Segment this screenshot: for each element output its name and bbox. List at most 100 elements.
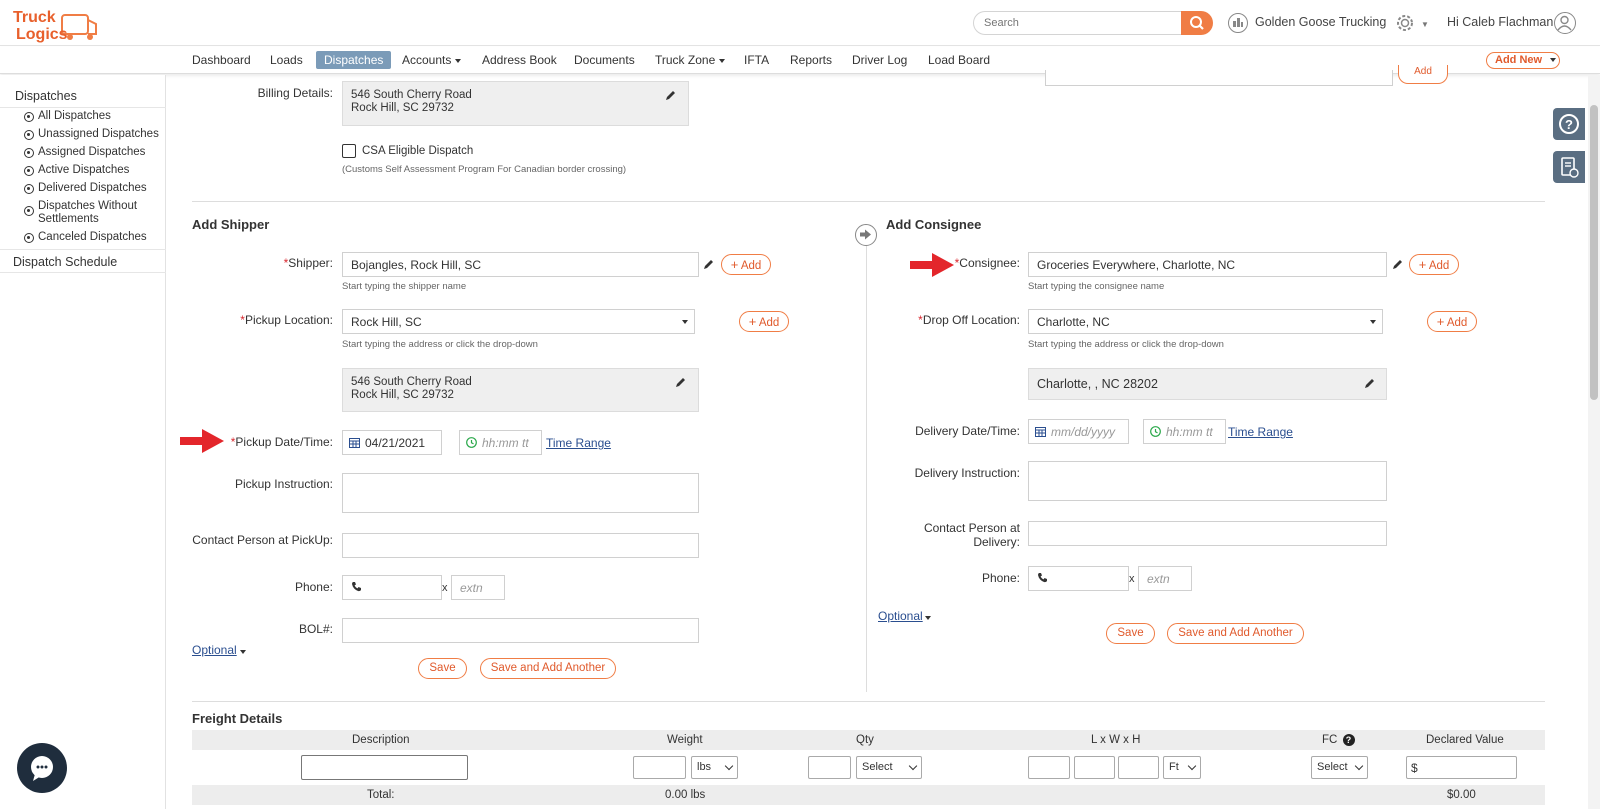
freight-weight-input[interactable] <box>633 756 686 779</box>
nav-driver-log[interactable]: Driver Log <box>852 53 907 67</box>
contact-pickup-input[interactable] <box>342 533 699 558</box>
pickup-phone-input[interactable] <box>342 575 442 600</box>
pickup-time-range-link[interactable]: Time Range <box>546 436 611 450</box>
add-consignee-button[interactable]: + Add <box>1409 254 1459 275</box>
freight-description-input[interactable] <box>301 755 468 780</box>
truck-logics-logo[interactable]: Truck Logics <box>12 4 100 44</box>
caret-down-icon <box>1550 58 1557 63</box>
dimension-unit-select[interactable]: Ft <box>1163 756 1201 779</box>
company-name[interactable]: Golden Goose Trucking <box>1255 15 1386 29</box>
delivery-date-input[interactable]: mm/dd/yyyy <box>1028 419 1129 444</box>
circle-dot-icon <box>24 148 34 158</box>
consignee-optional-toggle[interactable]: Optional <box>878 609 923 623</box>
help-icon[interactable]: ? <box>1342 734 1355 746</box>
add-new-button[interactable]: Add New <box>1486 52 1560 69</box>
csa-checkbox[interactable] <box>342 144 356 158</box>
pencil-icon[interactable] <box>1392 258 1404 270</box>
add-dropoff-location-button[interactable]: + Add <box>1427 311 1477 332</box>
delivery-phone-input[interactable] <box>1028 566 1129 591</box>
clock-icon <box>466 437 477 448</box>
consignee-save-add-another-button[interactable]: Save and Add Another <box>1167 623 1304 644</box>
shipper-save-add-another-button[interactable]: Save and Add Another <box>480 658 616 679</box>
declared-value-input[interactable]: $ <box>1406 756 1517 779</box>
chat-button[interactable] <box>17 743 67 793</box>
nav-reports[interactable]: Reports <box>790 53 832 67</box>
fc-select[interactable]: Select <box>1311 756 1368 779</box>
pickup-address: 546 South Cherry Road Rock Hill, SC 2973… <box>342 368 699 412</box>
circle-dot-icon <box>24 130 34 140</box>
scrollbar-thumb[interactable] <box>1590 105 1598 400</box>
company-icon[interactable] <box>1228 13 1248 33</box>
extension-x: x <box>1129 573 1135 585</box>
delivery-extn-input[interactable]: extn <box>1138 566 1192 591</box>
freight-width-input[interactable] <box>1074 756 1115 779</box>
shipper-save-button[interactable]: Save <box>418 658 467 679</box>
freight-length-input[interactable] <box>1028 756 1070 779</box>
nav-dispatches[interactable]: Dispatches <box>316 51 392 69</box>
caret-down-icon[interactable] <box>240 650 246 654</box>
col-description: Description <box>352 734 410 746</box>
add-pickup-location-button[interactable]: + Add <box>739 311 789 332</box>
search-box <box>973 11 1213 35</box>
freight-height-input[interactable] <box>1118 756 1159 779</box>
sidebar-title[interactable]: Dispatches <box>15 89 77 103</box>
chevron-down-icon[interactable]: ▼ <box>1421 20 1429 29</box>
notes-button[interactable] <box>1553 151 1585 183</box>
search-input[interactable] <box>973 11 1181 35</box>
sidebar-item-schedule[interactable]: Dispatch Schedule <box>13 255 117 269</box>
contact-pickup-label: Contact Person at PickUp: <box>192 533 333 547</box>
help-button[interactable]: ? <box>1553 108 1585 140</box>
pickup-date-input[interactable]: 04/21/2021 <box>342 430 442 455</box>
user-greeting[interactable]: Hi Caleb Flachman <box>1447 15 1553 29</box>
search-button[interactable] <box>1181 11 1213 35</box>
pickup-instruction-textarea[interactable] <box>342 473 699 513</box>
freight-qty-input[interactable] <box>808 756 851 779</box>
nav-accounts[interactable]: Accounts <box>402 53 462 67</box>
bol-input[interactable] <box>342 618 699 643</box>
nav-truck-zone[interactable]: Truck Zone <box>655 53 726 67</box>
dropoff-location-label: *Drop Off Location: <box>918 313 1020 327</box>
divider <box>866 228 867 692</box>
chat-bubble-icon <box>31 756 53 781</box>
freight-total-row <box>192 785 1545 805</box>
nav-documents[interactable]: Documents <box>574 53 635 67</box>
phone-icon <box>1038 573 1047 583</box>
pencil-icon[interactable] <box>665 89 677 101</box>
delivery-instruction-textarea[interactable] <box>1028 461 1387 501</box>
pickup-time-input[interactable]: hh:mm tt <box>459 430 542 455</box>
csa-label[interactable]: CSA Eligible Dispatch <box>362 145 473 157</box>
pickup-extn-input[interactable]: extn <box>451 575 505 600</box>
pickup-location-select[interactable]: Rock Hill, SC <box>342 309 695 334</box>
delivery-time-range-link[interactable]: Time Range <box>1228 425 1293 439</box>
shipper-input[interactable]: Bojangles, Rock Hill, SC <box>342 252 699 277</box>
nav-dashboard[interactable]: Dashboard <box>192 53 251 67</box>
top-right-field[interactable] <box>1045 70 1393 86</box>
add-shipper-button[interactable]: + Add <box>721 254 771 275</box>
contact-delivery-input[interactable] <box>1028 521 1387 546</box>
nav-address-book[interactable]: Address Book <box>482 53 557 67</box>
pencil-icon[interactable] <box>675 376 687 388</box>
right-toolbar: ? <box>1553 108 1589 186</box>
add-button[interactable]: Add <box>1398 65 1448 84</box>
scrollbar[interactable] <box>1588 75 1600 809</box>
search-icon <box>1190 16 1204 30</box>
nav-ifta[interactable]: IFTA <box>744 53 769 67</box>
circle-dot-icon <box>24 166 34 176</box>
pencil-icon[interactable] <box>703 258 715 270</box>
weight-unit-select[interactable]: lbs <box>691 756 738 779</box>
dropoff-location-select[interactable]: Charlotte, NC <box>1028 309 1383 334</box>
red-arrow-icon <box>910 253 954 277</box>
pencil-icon[interactable] <box>1364 377 1376 389</box>
delivery-time-input[interactable]: hh:mm tt <box>1143 419 1226 444</box>
caret-down-icon[interactable] <box>925 616 931 620</box>
consignee-save-button[interactable]: Save <box>1106 623 1155 644</box>
nav-load-board[interactable]: Load Board <box>928 53 990 67</box>
shipper-optional-toggle[interactable]: Optional <box>192 643 237 657</box>
consignee-input[interactable]: Groceries Everywhere, Charlotte, NC <box>1028 252 1387 277</box>
avatar[interactable] <box>1554 12 1576 34</box>
nav-loads[interactable]: Loads <box>270 53 303 67</box>
qty-unit-select[interactable]: Select <box>856 756 922 779</box>
copy-to-consignee-button[interactable] <box>855 224 877 246</box>
red-arrow-icon <box>180 429 224 453</box>
gear-icon[interactable] <box>1394 12 1416 34</box>
